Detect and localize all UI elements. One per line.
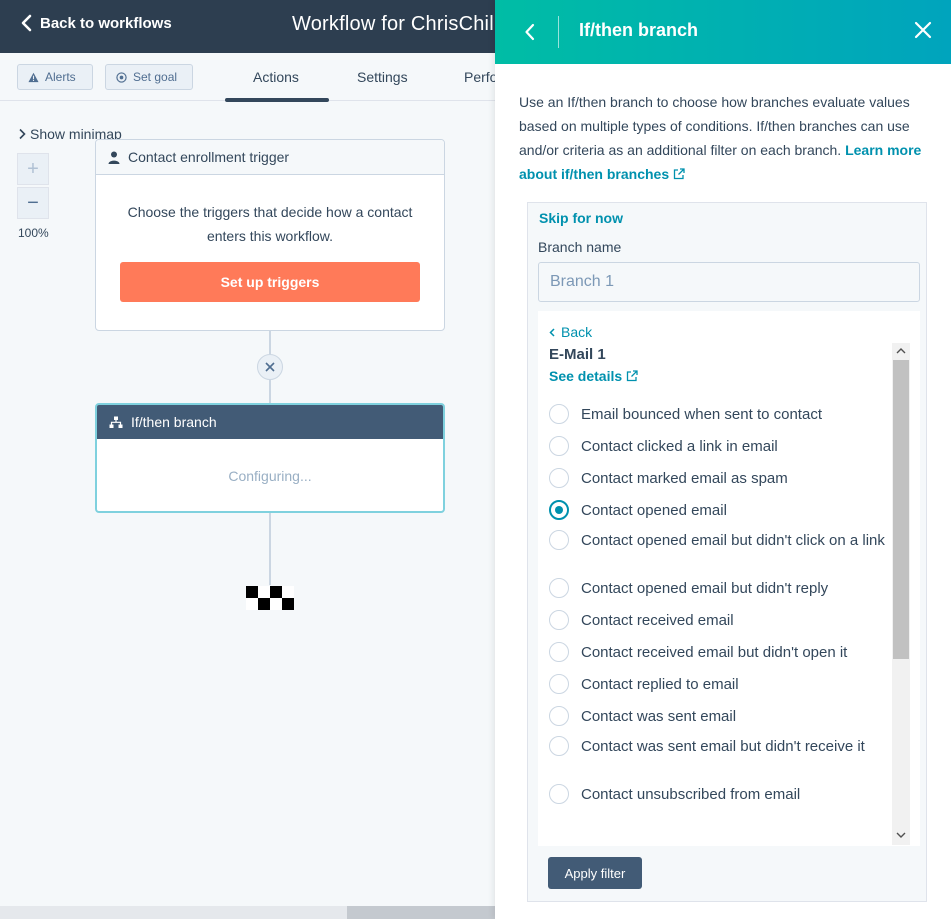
branch-card-title: If/then branch (131, 414, 217, 430)
filter-option[interactable]: Contact received email but didn't open i… (549, 642, 889, 662)
zoom-level: 100% (18, 226, 49, 240)
email-filter-box: Back E-Mail 1 See details Email bounced … (538, 311, 920, 846)
filter-option-label: Contact was sent email but didn't receiv… (581, 738, 865, 755)
panel-header-divider (558, 16, 559, 48)
alerts-label: Alerts (45, 70, 76, 84)
email-name: E-Mail 1 (549, 346, 606, 363)
set-goal-button[interactable]: Set goal (105, 64, 193, 90)
close-icon (265, 362, 275, 372)
external-link-icon (627, 370, 638, 382)
zoom-out-button[interactable]: − (17, 187, 49, 219)
trigger-card-body: Choose the triggers that decide how a co… (96, 175, 444, 302)
filter-option-label: Contact opened email (581, 502, 727, 519)
radio-button[interactable] (549, 468, 569, 488)
tab-actions[interactable]: Actions (253, 69, 299, 85)
filter-option[interactable]: Contact opened email (549, 500, 889, 520)
filter-option-label: Email bounced when sent to contact (581, 406, 822, 423)
trigger-card-header: Contact enrollment trigger (96, 140, 444, 175)
vertical-scrollbar[interactable] (892, 343, 910, 845)
filter-option-label: Contact received email but didn't open i… (581, 644, 848, 661)
zoom-in-button[interactable]: + (17, 153, 49, 185)
back-to-workflows-link[interactable]: Back to workflows (20, 14, 172, 32)
filter-option-label: Contact clicked a link in email (581, 438, 778, 455)
filter-option[interactable]: Contact was sent email (549, 706, 889, 726)
filter-option[interactable]: Contact clicked a link in email (549, 436, 889, 456)
filter-option[interactable]: Email bounced when sent to contact (549, 404, 889, 424)
target-icon (116, 71, 127, 83)
connector-line (269, 331, 271, 354)
tab-settings[interactable]: Settings (357, 69, 408, 85)
back-to-workflows-label: Back to workflows (40, 14, 172, 32)
connector-line (269, 513, 271, 585)
close-icon[interactable] (913, 20, 933, 40)
radio-button[interactable] (549, 706, 569, 726)
see-details-label: See details (549, 368, 623, 384)
branch-name-label: Branch name (538, 239, 622, 255)
radio-button-selected[interactable] (549, 500, 569, 520)
trigger-card-description: Choose the triggers that decide how a co… (127, 204, 413, 244)
radio-button[interactable] (549, 642, 569, 662)
radio-button[interactable] (549, 674, 569, 694)
scroll-down-icon[interactable] (896, 831, 906, 839)
panel-header: If/then branch (495, 0, 951, 64)
filter-option[interactable]: Contact opened email but didn't click on… (549, 530, 889, 550)
panel-back-icon[interactable] (523, 22, 537, 42)
trigger-card-title: Contact enrollment trigger (128, 149, 290, 165)
tab-performance[interactable]: Perfo (464, 69, 497, 85)
chevron-right-icon (19, 128, 26, 140)
set-goal-label: Set goal (133, 70, 178, 84)
skip-for-now-link[interactable]: Skip for now (539, 210, 623, 226)
radio-button[interactable] (549, 784, 569, 804)
filter-option[interactable]: Contact opened email but didn't reply (549, 578, 889, 598)
panel-description: Use an If/then branch to choose how bran… (519, 90, 935, 186)
branch-card-status: Configuring... (228, 468, 312, 484)
filter-option[interactable]: Contact unsubscribed from email (549, 784, 889, 804)
if-then-branch-card[interactable]: If/then branch Configuring... (95, 403, 445, 513)
filter-back-link[interactable]: Back (549, 324, 592, 340)
filter-option-label: Contact replied to email (581, 676, 739, 693)
horizontal-scrollbar-thumb[interactable] (347, 906, 495, 919)
scroll-up-icon[interactable] (896, 347, 906, 355)
contact-icon (108, 151, 120, 164)
branch-icon (109, 416, 123, 428)
alerts-button[interactable]: Alerts (17, 64, 93, 90)
enrollment-trigger-card[interactable]: Contact enrollment trigger Choose the tr… (95, 139, 445, 331)
workflow-end-flag-icon (246, 586, 294, 610)
filter-option-label: Contact opened email but didn't click on… (581, 532, 885, 549)
radio-button[interactable] (549, 578, 569, 598)
active-tab-indicator (225, 98, 329, 102)
radio-button[interactable] (549, 404, 569, 424)
filter-option-label: Contact opened email but didn't reply (581, 580, 829, 597)
filter-option[interactable]: Contact was sent email but didn't receiv… (549, 736, 889, 756)
set-up-triggers-button[interactable]: Set up triggers (120, 262, 420, 302)
filter-back-label: Back (561, 324, 593, 340)
see-details-link[interactable]: See details (549, 368, 638, 384)
external-link-icon (673, 168, 685, 180)
radio-button[interactable] (549, 610, 569, 630)
panel-title: If/then branch (579, 20, 699, 40)
vertical-scrollbar-thumb[interactable] (893, 360, 909, 659)
branch-card-header: If/then branch (97, 405, 443, 439)
filter-option-label: Contact received email (581, 612, 734, 629)
connector-line (269, 380, 271, 404)
filter-option[interactable]: Contact marked email as spam (549, 468, 889, 488)
radio-button[interactable] (549, 436, 569, 456)
filter-option-label: Contact marked email as spam (581, 470, 788, 487)
chevron-left-icon (21, 14, 32, 32)
workflow-title[interactable]: Workflow for ChrisChil (292, 13, 494, 36)
branch-name-input[interactable]: Branch 1 (538, 262, 920, 302)
radio-button[interactable] (549, 736, 569, 756)
apply-filter-button[interactable]: Apply filter (548, 857, 642, 889)
filter-option[interactable]: Contact replied to email (549, 674, 889, 694)
warning-icon (28, 72, 39, 82)
radio-button[interactable] (549, 530, 569, 550)
if-then-branch-panel: If/then branch Use an If/then branch to … (495, 0, 951, 919)
filter-option-label: Contact was sent email (581, 708, 737, 725)
horizontal-scrollbar[interactable] (0, 906, 495, 919)
filter-option[interactable]: Contact received email (549, 610, 889, 630)
branch-config-box: Skip for now Branch name Branch 1 Back E… (527, 202, 927, 902)
delete-connection-button[interactable] (257, 354, 283, 380)
chevron-left-icon (549, 327, 555, 337)
filter-option-label: Contact unsubscribed from email (581, 786, 801, 803)
